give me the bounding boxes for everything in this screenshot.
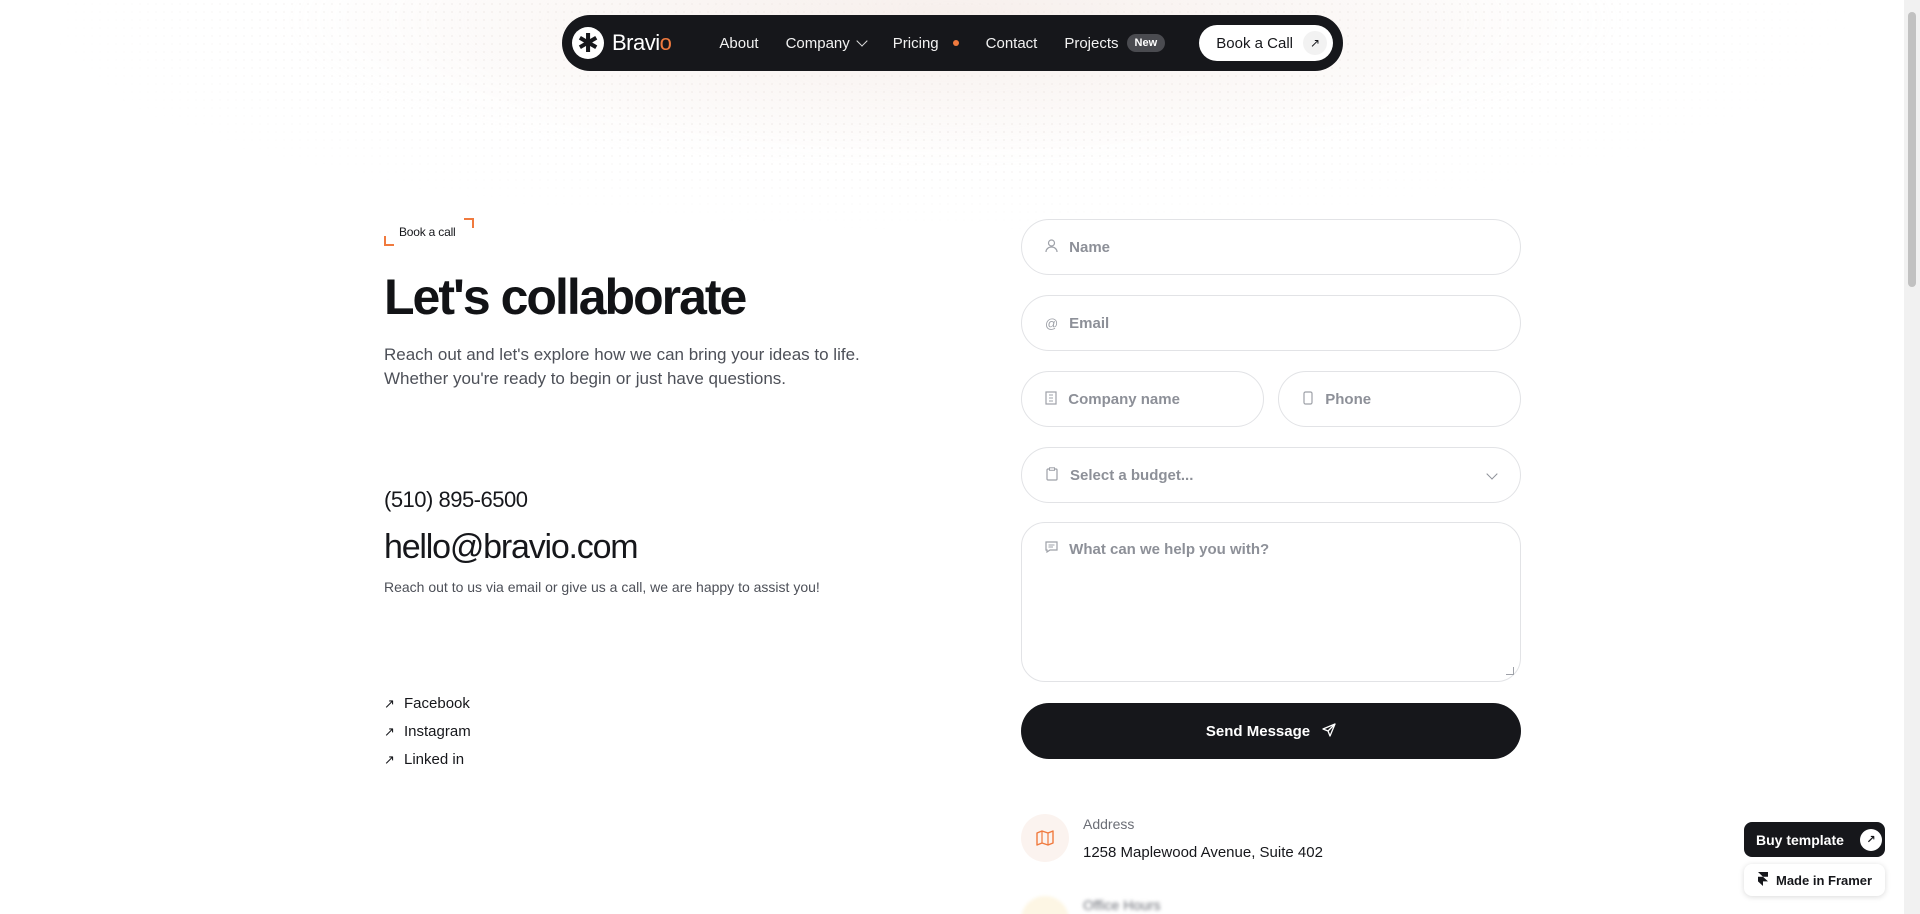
arrow-up-right-icon: ↗ [384,723,395,739]
social-link-instagram[interactable]: ↗ Instagram [384,723,471,740]
intro-text: Reach out and let's explore how we can b… [384,345,860,388]
brand-name: Bravio [612,30,672,55]
asterisk-logo-icon: ✱ [572,27,604,59]
name-field [1021,219,1521,275]
send-message-button[interactable]: Send Message [1021,703,1521,759]
made-in-framer-badge[interactable]: Made in Framer [1744,864,1885,896]
page-title: Let's collaborate [384,269,747,325]
budget-select[interactable]: Select a budget... [1021,447,1521,503]
email-field: @ [1021,295,1521,351]
send-icon [1322,722,1336,740]
user-icon [1044,238,1059,256]
message-textarea[interactable] [1069,541,1520,661]
social-link-facebook[interactable]: ↗ Facebook [384,695,471,712]
message-icon [1044,541,1059,556]
email-address[interactable]: hello@bravio.com [384,528,639,567]
nav-links: About Company Pricing Contact Projects N… [719,34,1166,52]
nav-link-company[interactable]: Company [786,35,868,52]
arrow-up-right-icon: ↗ [384,751,395,767]
office-hours-label: Office Hours [1083,897,1161,913]
book-a-call-button[interactable]: Book a Call ↗ [1199,25,1333,61]
navbar: ✱ Bravio About Company Pricing Contact P… [562,15,1343,71]
social-links: ↗ Facebook ↗ Instagram ↗ Linked in [384,695,471,768]
address-label: Address [1083,816,1135,832]
assist-text: Reach out to us via email or give us a c… [384,579,820,595]
smartphone-icon [1301,390,1315,408]
clock-icon [1021,896,1069,914]
at-sign-icon: @ [1044,315,1059,331]
company-input[interactable] [1068,390,1263,408]
address-value: 1258 Maplewood Avenue, Suite 402 [1083,844,1323,861]
company-field [1021,371,1264,427]
corner-bracket-icon [384,236,394,246]
building-icon [1044,390,1058,408]
phone-field [1278,371,1521,427]
social-link-linkedin[interactable]: ↗ Linked in [384,751,471,768]
book-a-call-label: Book a Call [1216,34,1293,52]
resize-handle-icon[interactable] [1506,667,1514,675]
brand[interactable]: ✱ Bravio [572,27,672,59]
clipboard-icon [1044,466,1060,484]
phone-number[interactable]: (510) 895-6500 [384,487,528,513]
arrow-up-right-icon: ↗ [1859,828,1882,851]
phone-input[interactable] [1325,390,1520,408]
corner-bracket-icon [464,218,474,228]
email-input[interactable] [1069,314,1520,332]
map-icon [1021,814,1069,862]
chevron-down-icon [856,35,868,47]
chevron-down-icon [1486,468,1498,480]
buy-template-button[interactable]: Buy template ↗ [1744,822,1885,857]
nav-link-projects[interactable]: Projects New [1064,34,1166,52]
arrow-up-right-icon: ↗ [1303,31,1327,55]
framer-icon [1758,871,1768,889]
eyebrow-text: Book a call [399,225,456,239]
name-input[interactable] [1069,238,1520,256]
nav-link-about[interactable]: About [719,35,758,52]
arrow-up-right-icon: ↗ [384,695,395,711]
nav-link-contact[interactable]: Contact [986,35,1038,52]
scrollbar-thumb[interactable] [1908,12,1916,287]
scrollbar[interactable] [1904,0,1920,914]
message-field [1021,522,1521,682]
indicator-dot [952,40,959,46]
new-badge: New [1126,34,1166,52]
eyebrow-tag: Book a call [384,218,474,246]
nav-link-pricing[interactable]: Pricing [893,35,959,52]
budget-select-value: Select a budget... [1070,466,1194,484]
